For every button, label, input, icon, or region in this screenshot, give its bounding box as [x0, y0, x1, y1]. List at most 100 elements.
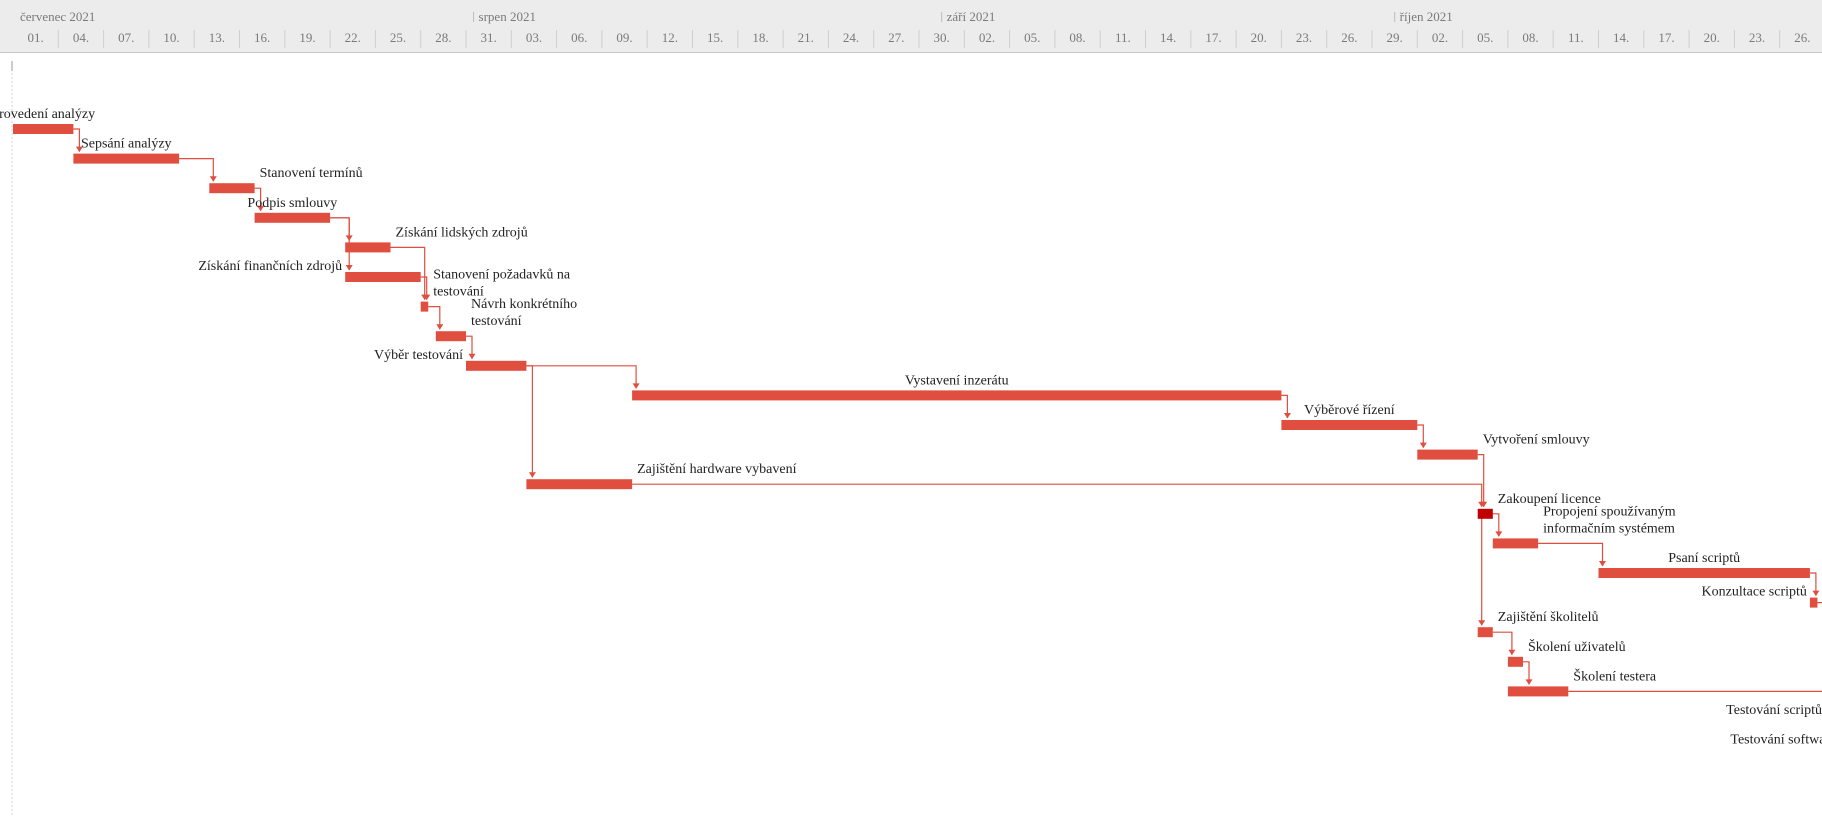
task-bar-t10[interactable] — [632, 390, 1282, 401]
task-bar-t5[interactable] — [345, 242, 391, 253]
dependency-link — [526, 365, 533, 478]
dependency-arrowhead — [528, 472, 536, 478]
task-label-t8: testování — [471, 314, 522, 329]
dependency-arrowhead — [436, 324, 444, 330]
task-bar-t11[interactable] — [1281, 420, 1418, 430]
day-tick-label: 05. — [1024, 30, 1040, 45]
task-bar-t20[interactable] — [1507, 686, 1569, 697]
day-tick-label: 09. — [616, 30, 632, 45]
dependency-arrowhead — [632, 383, 640, 389]
day-tick-label: 22. — [345, 30, 361, 45]
task-label-t17: Konzultace scriptů — [1702, 585, 1807, 600]
task-label-t16: Psaní scriptů — [1668, 551, 1740, 566]
dependency-arrowhead — [1495, 531, 1503, 537]
task-bar-t2[interactable] — [73, 153, 180, 164]
day-tick-label: 14. — [1160, 30, 1176, 45]
task-label-t10: Vystavení inzerátu — [905, 373, 1009, 388]
task-label-t19: Školení uživatelů — [1528, 638, 1626, 655]
task-label-t2: Sepsání analýzy — [81, 137, 172, 152]
task-bar-t4[interactable] — [254, 212, 331, 223]
day-tick-label: 29. — [1387, 30, 1403, 45]
task-label-t7: Stanovení požadavků na — [433, 268, 571, 283]
dependency-arrowhead — [1812, 590, 1820, 597]
month-label: srpen 2021 — [479, 9, 536, 24]
task-label-t3: Stanovení termínů — [260, 166, 363, 181]
task-bar-t17[interactable] — [1809, 597, 1818, 608]
task-label-t1: Provedení analýzy — [0, 107, 95, 122]
task-bar-t3[interactable] — [209, 183, 255, 194]
task-bar-t12[interactable] — [1417, 449, 1478, 460]
day-tick-label: 26. — [1341, 30, 1357, 45]
day-tick-label: 01. — [28, 30, 44, 45]
day-tick-label: 27. — [888, 30, 904, 45]
day-tick-label: 11. — [1115, 30, 1131, 45]
day-tick-label: 23. — [1296, 30, 1312, 45]
task-label-t18: Zajištění školitelů — [1498, 610, 1599, 625]
day-tick-label: 28. — [435, 30, 451, 45]
task-bar-t19[interactable] — [1507, 656, 1523, 667]
task-bar-t16[interactable] — [1598, 568, 1810, 578]
day-tick-label: 26. — [1794, 30, 1810, 45]
task-bar-t13[interactable] — [526, 479, 633, 490]
task-label-t15: Propojení spoužívaným — [1543, 504, 1676, 519]
day-tick-label: 21. — [798, 30, 814, 45]
month-label: říjen 2021 — [1400, 9, 1453, 24]
day-tick-label: 17. — [1205, 30, 1221, 45]
day-tick-label: 05. — [1477, 30, 1493, 45]
dependency-arrowhead — [1419, 442, 1427, 449]
day-tick-label: 03. — [526, 30, 542, 45]
day-tick-label: 08. — [1069, 30, 1085, 45]
task-bar-t15[interactable] — [1492, 538, 1539, 549]
dependency-arrowhead — [1478, 620, 1486, 626]
timeline-header-scale: červenec 2021 srpen 2021 září 2021 říjen 20… — [20, 9, 1810, 48]
task-label-t13: Zajištění hardware vybavení — [637, 462, 796, 477]
dependency-arrowhead — [345, 265, 353, 271]
task-bar-t6[interactable] — [345, 272, 421, 282]
dependency-link — [526, 365, 637, 389]
day-tick-label: 20. — [1251, 30, 1267, 45]
task-label-t5: Získání lidských zdrojů — [396, 225, 528, 240]
task-label-t8: Návrh konkrétního — [471, 297, 577, 312]
dependency-link — [1538, 542, 1604, 566]
dependency-link — [179, 158, 214, 182]
task-label-t6: Získání finančních zdrojů — [198, 259, 342, 274]
dependency-arrowhead — [1508, 649, 1516, 656]
dependency-link — [330, 217, 350, 241]
day-tick-label: 07. — [118, 30, 134, 45]
day-tick-label: 16. — [254, 30, 270, 45]
day-tick-label: 23. — [1749, 30, 1765, 45]
day-tick-label: 14. — [1613, 30, 1629, 45]
day-tick-label: 10. — [163, 30, 179, 45]
day-tick-label: 20. — [1704, 30, 1720, 45]
month-label: červenec 2021 — [20, 9, 95, 24]
task-bar-t1[interactable] — [13, 124, 74, 134]
day-tick-label: 12. — [662, 30, 678, 45]
day-tick-label: 02. — [1432, 30, 1448, 45]
day-tick-label: 24. — [843, 30, 859, 45]
task-bar-t18[interactable] — [1477, 627, 1493, 638]
task-bar-t14[interactable] — [1477, 508, 1493, 519]
day-tick-label: 02. — [979, 30, 995, 45]
gantt-chart: Provedení analýzy Sepsání analýzy Stanoven… — [0, 61, 1822, 815]
dependency-link — [1492, 631, 1513, 655]
dependency-arrowhead — [209, 176, 217, 182]
day-tick-label: 06. — [571, 30, 587, 45]
day-tick-label: 19. — [299, 30, 315, 45]
dependency-arrowhead — [468, 353, 476, 360]
task-label-t9: Výběr testování — [374, 348, 463, 363]
day-tick-label: 11. — [1568, 30, 1584, 45]
day-tick-label: 30. — [934, 30, 950, 45]
task-label-t12: Vytvoření smlouvy — [1483, 433, 1590, 448]
gantt-chart-area: Provedení analýzy Sepsání analýzy Stanoven… — [0, 53, 1822, 815]
day-tick-label: 25. — [390, 30, 406, 45]
dependency-arrowhead — [1599, 561, 1606, 567]
task-bar-t9[interactable] — [466, 360, 527, 371]
task-bar-t7[interactable] — [420, 301, 429, 312]
day-tick-label: 08. — [1522, 30, 1538, 45]
day-tick-label: 31. — [481, 30, 497, 45]
task-label-t20: Školení testera — [1573, 667, 1657, 684]
day-tick-label: 17. — [1658, 30, 1674, 45]
month-label: září 2021 — [947, 9, 996, 24]
dependency-link — [1481, 513, 1493, 626]
task-bar-t8[interactable] — [435, 331, 466, 342]
